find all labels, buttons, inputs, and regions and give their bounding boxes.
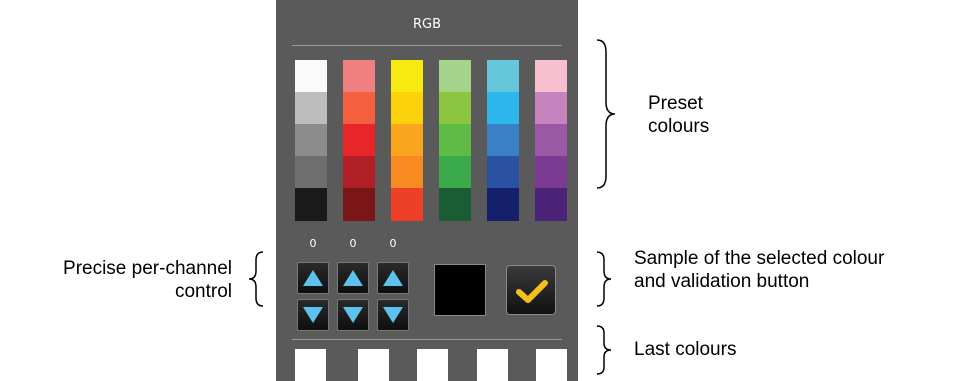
preset-swatch[interactable] — [439, 124, 471, 156]
preset-swatch[interactable] — [535, 124, 567, 156]
preset-swatch[interactable] — [295, 188, 327, 221]
preset-column — [535, 60, 567, 221]
sample-annotation-line-2: and validation button — [634, 271, 810, 292]
selected-colour-sample — [434, 264, 486, 316]
last-brace — [596, 325, 612, 375]
preset-swatch[interactable] — [295, 60, 327, 92]
preset-annotation-line-1: Preset — [648, 93, 703, 114]
red-decrease-button[interactable] — [297, 299, 329, 331]
validate-button[interactable] — [506, 265, 556, 315]
preset-column — [391, 60, 423, 221]
preset-column — [295, 60, 327, 221]
sample-brace — [596, 251, 612, 307]
blue-increase-button[interactable] — [377, 262, 409, 294]
preset-swatch[interactable] — [439, 60, 471, 92]
last-colour-swatch[interactable] — [536, 349, 567, 381]
green-decrease-button[interactable] — [337, 299, 369, 331]
preset-swatch[interactable] — [391, 92, 423, 124]
preset-swatch[interactable] — [391, 60, 423, 92]
precise-annotation-line-2: control — [174, 281, 232, 302]
preset-swatch[interactable] — [343, 188, 375, 221]
preset-swatch[interactable] — [535, 156, 567, 188]
preset-swatch[interactable] — [343, 124, 375, 156]
green-channel-value: 0 — [349, 237, 357, 250]
last-colour-swatch[interactable] — [358, 349, 389, 381]
up-arrow-icon — [303, 270, 323, 286]
preset-swatch[interactable] — [487, 60, 519, 92]
last-annotation-line-1: Last colours — [634, 339, 737, 360]
preset-swatch[interactable] — [535, 60, 567, 92]
preset-swatch[interactable] — [343, 92, 375, 124]
green-increase-button[interactable] — [337, 262, 369, 294]
precise-annotation: Precise per-channel control — [10, 257, 232, 303]
bottom-divider — [292, 339, 562, 340]
up-arrow-icon — [383, 270, 403, 286]
preset-annotation: Preset colours — [648, 92, 709, 138]
preset-swatch[interactable] — [295, 156, 327, 188]
up-arrow-icon — [343, 270, 363, 286]
preset-swatch[interactable] — [391, 156, 423, 188]
preset-swatch[interactable] — [391, 124, 423, 156]
down-arrow-icon — [383, 307, 403, 323]
preset-swatch[interactable] — [535, 188, 567, 221]
preset-column — [343, 60, 375, 221]
preset-swatch[interactable] — [439, 92, 471, 124]
top-divider — [292, 45, 562, 46]
rgb-color-picker-panel: RGB 0 0 0 — [276, 0, 578, 381]
last-colour-swatch[interactable] — [417, 349, 448, 381]
red-channel-value: 0 — [309, 237, 317, 250]
panel-title: RGB — [412, 17, 442, 32]
blue-channel-value: 0 — [389, 237, 397, 250]
preset-swatch[interactable] — [535, 92, 567, 124]
preset-swatch[interactable] — [439, 188, 471, 221]
last-annotation: Last colours — [634, 338, 736, 361]
preset-swatch[interactable] — [295, 124, 327, 156]
preset-swatch[interactable] — [487, 156, 519, 188]
preset-swatch[interactable] — [295, 92, 327, 124]
preset-swatch[interactable] — [487, 92, 519, 124]
down-arrow-icon — [343, 307, 363, 323]
preset-brace — [596, 39, 616, 189]
precise-brace — [248, 251, 264, 307]
down-arrow-icon — [303, 307, 323, 323]
sample-annotation: Sample of the selected colour and valida… — [634, 247, 884, 293]
red-increase-button[interactable] — [297, 262, 329, 294]
sample-annotation-line-1: Sample of the selected colour — [634, 248, 885, 269]
preset-swatch[interactable] — [439, 156, 471, 188]
preset-swatch[interactable] — [343, 156, 375, 188]
preset-swatch[interactable] — [487, 124, 519, 156]
blue-decrease-button[interactable] — [377, 299, 409, 331]
precise-annotation-line-1: Precise per-channel — [63, 258, 232, 279]
last-colour-swatch[interactable] — [477, 349, 508, 381]
checkmark-icon — [516, 280, 548, 303]
preset-swatch[interactable] — [391, 188, 423, 221]
preset-column — [439, 60, 471, 221]
preset-column — [487, 60, 519, 221]
last-colour-swatch[interactable] — [295, 349, 326, 381]
preset-annotation-line-2: colours — [648, 116, 710, 137]
preset-swatch[interactable] — [343, 60, 375, 92]
preset-swatch[interactable] — [487, 188, 519, 221]
